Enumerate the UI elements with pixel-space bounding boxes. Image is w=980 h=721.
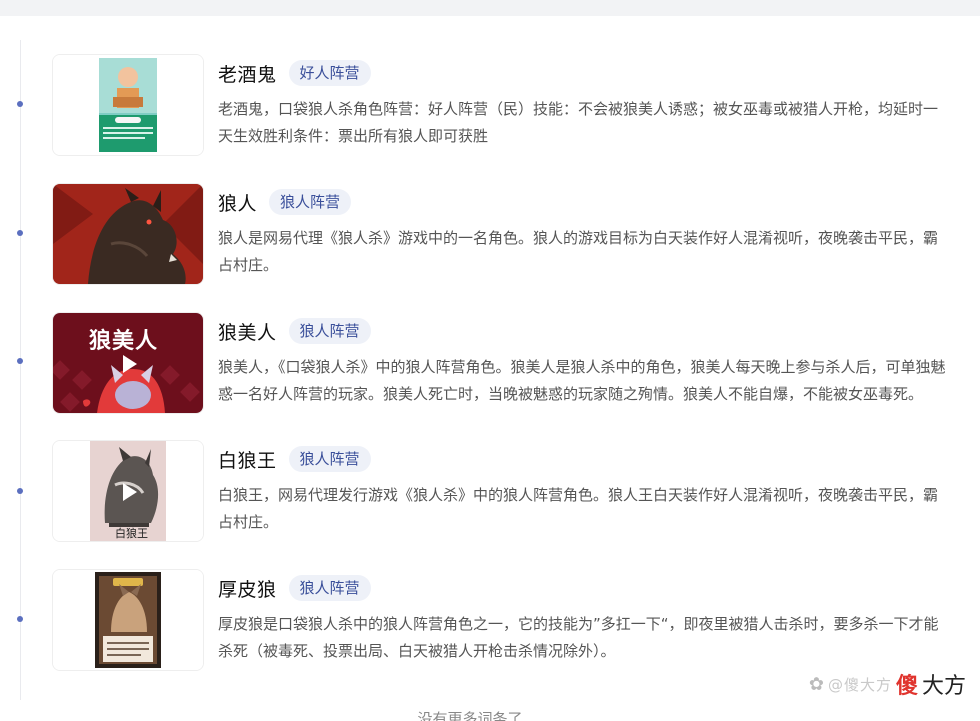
item-description: 厚皮狼是口袋狼人杀中的狼人阵营角色之一，它的技能为”多扛一下“，即夜里被猎人击杀… xyxy=(218,615,939,660)
item-title[interactable]: 厚皮狼 xyxy=(218,575,277,602)
paw-icon: ✿ xyxy=(808,673,824,695)
wolf-beauty-video-thumbnail[interactable]: 狼美人 xyxy=(52,312,204,414)
top-strip xyxy=(0,0,980,16)
watermark-brand-red: 傻 xyxy=(895,674,918,699)
thumbnail-caption: 狼美人 xyxy=(89,329,159,354)
timeline-dot xyxy=(17,616,23,622)
watermark-handle: @傻大方 xyxy=(827,675,892,694)
old-drunkard-card-image[interactable] xyxy=(52,54,204,156)
item-title[interactable]: 狼美人 xyxy=(218,318,277,345)
play-icon[interactable] xyxy=(123,355,137,373)
item-description: 狼美人，《口袋狼人杀》中的狼人阵营角色。狼美人是狼人杀中的角色，狼美人每天晚上参… xyxy=(218,358,946,403)
list-item[interactable]: 狼美人 狼美人 狼人阵营 狼美人，《口袋狼人杀》中的狼人阵营角色。狼美人是狼人杀… xyxy=(52,312,952,414)
item-description: 狼人是网易代理《狼人杀》游戏中的一名角色。狼人的游戏目标为白天装作好人混淆视听，… xyxy=(218,229,939,274)
timeline-dot xyxy=(17,230,23,236)
timeline-dot xyxy=(17,358,23,364)
item-title[interactable]: 老酒鬼 xyxy=(218,60,277,87)
play-icon[interactable] xyxy=(123,483,137,501)
watermark: ✿ @傻大方 傻大方 xyxy=(809,668,966,700)
timeline-dot xyxy=(17,101,23,107)
item-title[interactable]: 白狼王 xyxy=(218,446,277,473)
encyclopedia-related-entries-page: 老酒鬼 好人阵营 老酒鬼，口袋狼人杀角色阵营：好人阵营（民）技能：不会被狼美人诱… xyxy=(0,0,980,721)
camp-badge: 好人阵营 xyxy=(288,60,371,86)
item-description: 老酒鬼，口袋狼人杀角色阵营：好人阵营（民）技能：不会被狼美人诱惑；被女巫毒或被猎… xyxy=(218,100,939,145)
camp-badge: 狼人阵营 xyxy=(288,575,371,601)
title-row: 老酒鬼 好人阵营 xyxy=(218,58,371,88)
camp-badge: 狼人阵营 xyxy=(288,318,371,344)
camp-badge: 狼人阵营 xyxy=(288,446,371,472)
thumbnail-caption: 白狼王 xyxy=(115,527,148,540)
no-more-entries-text: 没有更多词条了 xyxy=(417,710,523,721)
list-item[interactable]: 狼人 狼人阵营 狼人是网易代理《狼人杀》游戏中的一名角色。狼人的游戏目标为白天装… xyxy=(52,183,952,285)
item-title[interactable]: 狼人 xyxy=(218,189,257,216)
white-wolf-king-video-thumbnail[interactable]: 白狼王 xyxy=(52,440,204,542)
title-row: 狼美人 狼人阵营 xyxy=(218,316,371,346)
list-item[interactable]: 厚皮狼 狼人阵营 厚皮狼是口袋狼人杀中的狼人阵营角色之一，它的技能为”多扛一下“… xyxy=(52,569,952,671)
title-row: 厚皮狼 狼人阵营 xyxy=(218,573,371,603)
list-item[interactable]: 白狼王 白狼王 狼人阵营 白狼王，网易代理发行游戏《狼人杀》中的狼人阵营角色。狼… xyxy=(52,440,952,542)
title-row: 白狼王 狼人阵营 xyxy=(218,444,371,474)
list-item[interactable]: 老酒鬼 好人阵营 老酒鬼，口袋狼人杀角色阵营：好人阵营（民）技能：不会被狼美人诱… xyxy=(52,54,952,156)
timeline-line xyxy=(20,40,21,700)
thick-skin-wolf-card-image[interactable] xyxy=(52,569,204,671)
werewolf-image[interactable] xyxy=(52,183,204,285)
camp-badge: 狼人阵营 xyxy=(269,189,352,215)
watermark-brand-black: 大方 xyxy=(921,674,966,699)
item-description: 白狼王，网易代理发行游戏《狼人杀》中的狼人阵营角色。狼人王白天装作好人混淆视听，… xyxy=(218,486,939,531)
timeline-dot xyxy=(17,488,23,494)
title-row: 狼人 狼人阵营 xyxy=(218,187,352,217)
